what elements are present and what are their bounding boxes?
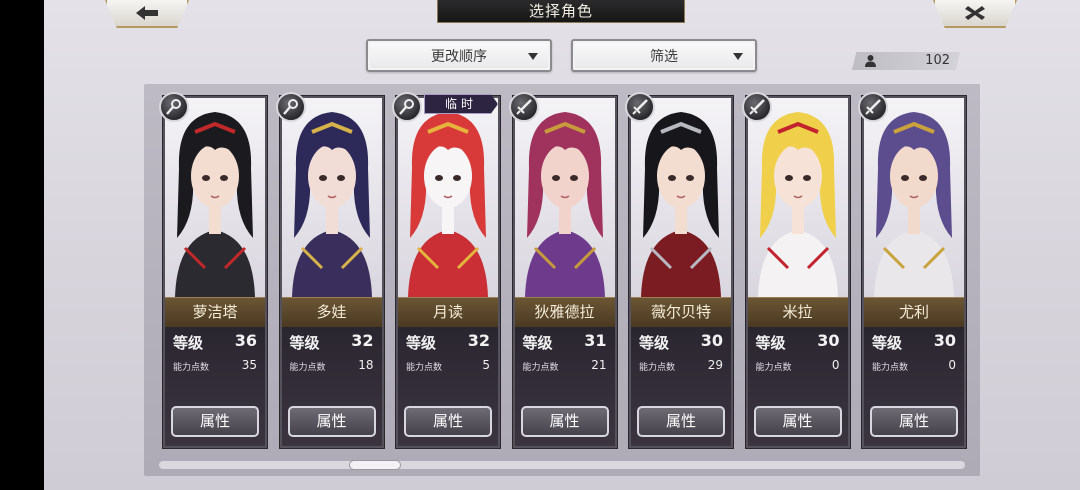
character-stats: 等级 30 能力点数 0 属性 bbox=[864, 327, 964, 446]
game-screen: 选择角色 更改顺序 筛选 102 萝洁塔 等级 36 能力点数 35 属性 多娃… bbox=[44, 0, 1080, 490]
character-name: 米拉 bbox=[747, 297, 848, 327]
level-value: 31 bbox=[584, 331, 607, 350]
character-stats: 等级 31 能力点数 21 属性 bbox=[514, 327, 615, 446]
attributes-button[interactable]: 属性 bbox=[753, 406, 842, 437]
ability-points-label: 能力点数 bbox=[406, 363, 443, 373]
level-value: 32 bbox=[467, 331, 490, 350]
character-stats: 等级 32 能力点数 18 属性 bbox=[281, 327, 382, 446]
character-card[interactable]: 多娃 等级 32 能力点数 18 属性 bbox=[275, 92, 384, 448]
weapon-type-badge bbox=[275, 92, 306, 122]
weapon-type-badge bbox=[741, 92, 772, 122]
arrow-left-icon bbox=[136, 6, 158, 20]
weapon-type-badge bbox=[625, 92, 655, 122]
character-portrait[interactable] bbox=[398, 98, 498, 297]
character-count-value: 102 bbox=[925, 53, 950, 68]
attributes-button[interactable]: 属性 bbox=[637, 406, 725, 437]
level-label: 等级 bbox=[522, 334, 553, 352]
attributes-button[interactable]: 属性 bbox=[520, 406, 609, 437]
character-portrait[interactable] bbox=[281, 98, 382, 297]
ability-points-value: 18 bbox=[358, 358, 374, 372]
character-portrait[interactable] bbox=[165, 98, 265, 297]
staff-icon bbox=[282, 99, 298, 115]
character-count: 102 bbox=[852, 52, 960, 70]
ability-points-value: 21 bbox=[591, 358, 607, 372]
attributes-button[interactable]: 属性 bbox=[870, 406, 958, 437]
character-stats: 等级 30 能力点数 0 属性 bbox=[747, 327, 848, 446]
close-button[interactable] bbox=[933, 0, 1017, 28]
sort-order-label: 更改顺序 bbox=[431, 48, 487, 65]
character-portrait[interactable] bbox=[514, 98, 615, 297]
character-portrait[interactable] bbox=[631, 98, 731, 297]
level-value: 30 bbox=[700, 331, 723, 350]
character-card[interactable]: 薇尔贝特 等级 30 能力点数 29 属性 bbox=[625, 92, 733, 448]
level-value: 36 bbox=[234, 331, 257, 350]
level-label: 等级 bbox=[173, 334, 204, 352]
ability-points-label: 能力点数 bbox=[872, 363, 909, 373]
sword-icon bbox=[748, 99, 765, 115]
filter-label: 筛选 bbox=[650, 48, 678, 65]
ability-points-label: 能力点数 bbox=[755, 363, 792, 373]
back-button[interactable] bbox=[105, 0, 189, 28]
character-stats: 等级 36 能力点数 35 属性 bbox=[165, 327, 265, 446]
ability-points-label: 能力点数 bbox=[522, 363, 559, 373]
attributes-button[interactable]: 属性 bbox=[171, 406, 259, 437]
weapon-type-badge bbox=[858, 92, 888, 122]
level-value: 32 bbox=[351, 331, 374, 350]
chevron-down-icon bbox=[528, 53, 538, 60]
character-name: 多娃 bbox=[281, 297, 382, 327]
weapon-type-badge bbox=[159, 92, 189, 122]
staff-icon bbox=[399, 99, 414, 115]
horizontal-scrollbar[interactable] bbox=[159, 460, 965, 470]
ability-points-label: 能力点数 bbox=[173, 363, 210, 373]
x-close-icon bbox=[965, 6, 985, 20]
ability-points-value: 5 bbox=[482, 358, 490, 372]
level-value: 30 bbox=[817, 331, 840, 350]
sort-order-dropdown[interactable]: 更改顺序 bbox=[366, 39, 552, 72]
character-stats: 等级 30 能力点数 29 属性 bbox=[631, 327, 731, 446]
sword-icon bbox=[632, 99, 648, 115]
weapon-type-badge bbox=[392, 92, 422, 122]
level-label: 等级 bbox=[872, 334, 903, 352]
weapon-type-badge bbox=[508, 92, 539, 122]
attributes-button[interactable]: 属性 bbox=[404, 406, 492, 437]
character-name: 萝洁塔 bbox=[165, 297, 265, 327]
level-label: 等级 bbox=[289, 334, 320, 352]
attributes-button[interactable]: 属性 bbox=[287, 406, 376, 437]
temporary-tag: 临时 bbox=[424, 94, 498, 114]
level-label: 等级 bbox=[755, 334, 786, 352]
sword-icon bbox=[865, 99, 881, 115]
filter-dropdown[interactable]: 筛选 bbox=[571, 39, 757, 72]
ability-points-label: 能力点数 bbox=[289, 363, 326, 373]
character-card[interactable]: 萝洁塔 等级 36 能力点数 35 属性 bbox=[159, 92, 267, 448]
ability-points-value: 0 bbox=[948, 358, 956, 372]
level-label: 等级 bbox=[406, 334, 437, 352]
chevron-down-icon bbox=[733, 53, 743, 60]
character-name: 薇尔贝特 bbox=[631, 297, 731, 327]
ability-points-value: 35 bbox=[241, 358, 257, 372]
page-title: 选择角色 bbox=[437, 0, 685, 23]
sword-icon bbox=[515, 99, 532, 115]
character-name: 尤利 bbox=[864, 297, 964, 327]
ability-points-value: 29 bbox=[707, 358, 723, 372]
character-card[interactable]: 狄雅德拉 等级 31 能力点数 21 属性 bbox=[508, 92, 617, 448]
person-icon bbox=[865, 55, 876, 67]
level-label: 等级 bbox=[639, 334, 670, 352]
character-card[interactable]: 尤利 等级 30 能力点数 0 属性 bbox=[858, 92, 966, 448]
character-card[interactable]: 米拉 等级 30 能力点数 0 属性 bbox=[741, 92, 850, 448]
scrollbar-thumb[interactable] bbox=[349, 460, 401, 470]
character-name: 月读 bbox=[398, 297, 498, 327]
character-stats: 等级 32 能力点数 5 属性 bbox=[398, 327, 498, 446]
character-portrait[interactable] bbox=[864, 98, 964, 297]
ability-points-value: 0 bbox=[831, 358, 840, 372]
character-card[interactable]: 临时 月读 等级 32 能力点数 5 属性 bbox=[392, 92, 500, 448]
ability-points-label: 能力点数 bbox=[639, 363, 676, 373]
character-panel: 萝洁塔 等级 36 能力点数 35 属性 多娃 等级 32 能力点数 18 属性… bbox=[144, 84, 980, 476]
character-name: 狄雅德拉 bbox=[514, 297, 615, 327]
level-value: 30 bbox=[933, 331, 956, 350]
character-portrait[interactable] bbox=[747, 98, 848, 297]
staff-icon bbox=[166, 99, 181, 115]
